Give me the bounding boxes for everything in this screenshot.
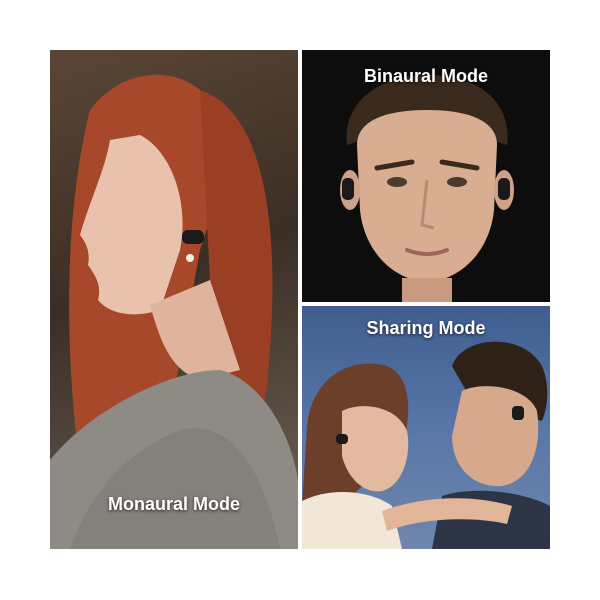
sharing-mode-caption: Sharing Mode <box>366 318 486 338</box>
binaural-mode-caption: Binaural Mode <box>363 66 488 86</box>
man-front-illustration <box>340 75 514 302</box>
woman-profile-illustration <box>50 74 298 549</box>
sharing-mode-photo: Sharing Mode <box>302 306 550 549</box>
monaural-mode-caption: Monaural Mode <box>107 494 240 514</box>
monaural-mode-photo: Monaural Mode <box>50 50 298 549</box>
binaural-mode-photo: Binaural Mode <box>302 50 550 302</box>
couple-illustration <box>302 341 550 549</box>
